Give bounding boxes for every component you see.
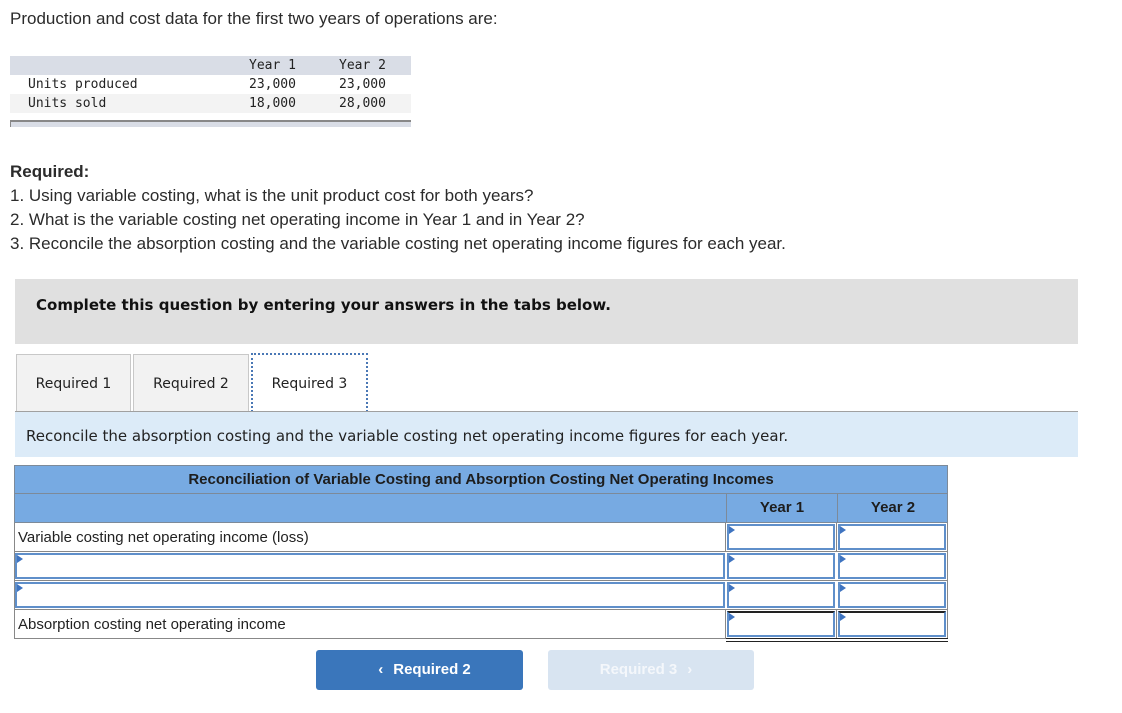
reconciliation-title: Reconciliation of Variable Costing and A… — [14, 465, 948, 494]
input-marker-icon — [840, 526, 846, 534]
input-field[interactable] — [729, 526, 833, 548]
absorption-income-year-2-input[interactable] — [838, 611, 946, 637]
tab-bar: Required 1 Required 2 Required 3 — [15, 353, 1078, 412]
column-year-1: Year 1 — [726, 494, 837, 522]
adjustment-2-label-input[interactable] — [15, 582, 725, 608]
row-year-2: 28,000 — [339, 96, 386, 111]
row-year-1: 23,000 — [249, 77, 296, 92]
tab-required-3[interactable]: Required 3 — [251, 353, 368, 412]
adjustment-2-year-1-input[interactable] — [727, 582, 835, 608]
next-required-3-button[interactable]: Required 3 › — [548, 650, 754, 690]
input-marker-icon — [840, 613, 846, 621]
input-field[interactable] — [840, 526, 944, 548]
table-row: Variable costing net operating income (l… — [14, 523, 948, 552]
input-field[interactable] — [840, 613, 944, 635]
input-field[interactable] — [729, 613, 833, 635]
row-label-absorption-income: Absorption costing net operating income — [18, 616, 286, 633]
table-row: Units produced 23,000 23,000 — [10, 75, 411, 94]
table-row — [14, 581, 948, 610]
header-year-2: Year 2 — [339, 58, 386, 73]
next-button-label: Required 3 — [599, 661, 678, 678]
adjustment-2-year-2-input[interactable] — [838, 582, 946, 608]
input-marker-icon — [840, 555, 846, 563]
production-data-table: Year 1 Year 2 Units produced 23,000 23,0… — [10, 56, 411, 113]
input-marker-icon — [729, 526, 735, 534]
header-year-1: Year 1 — [249, 58, 296, 73]
table-row: Units sold 18,000 28,000 — [10, 94, 411, 113]
input-field[interactable] — [17, 555, 723, 577]
input-field[interactable] — [729, 555, 833, 577]
dropdown-marker-icon — [17, 584, 23, 592]
previous-required-2-button[interactable]: ‹ Required 2 — [316, 650, 523, 690]
input-marker-icon — [840, 584, 846, 592]
question-prompt: Reconcile the absorption costing and the… — [15, 412, 1078, 457]
adjustment-1-year-1-input[interactable] — [727, 553, 835, 579]
adjustment-1-year-2-input[interactable] — [838, 553, 946, 579]
table-row: Absorption costing net operating income — [14, 610, 948, 642]
data-table-header: Year 1 Year 2 — [10, 56, 411, 75]
required-item-2: 2. What is the variable costing net oper… — [10, 210, 585, 229]
column-divider — [836, 523, 837, 551]
row-label: Units sold — [28, 96, 107, 111]
column-year-2: Year 2 — [837, 494, 948, 522]
chevron-right-icon: › — [687, 661, 693, 678]
input-marker-icon — [729, 613, 735, 621]
row-label-variable-income: Variable costing net operating income (l… — [18, 529, 309, 546]
input-field[interactable] — [729, 584, 833, 606]
data-table-footer — [10, 120, 411, 127]
column-divider — [836, 610, 837, 638]
required-item-1: 1. Using variable costing, what is the u… — [10, 186, 534, 205]
row-year-2: 23,000 — [339, 77, 386, 92]
table-row — [14, 552, 948, 581]
prompt-text: Reconcile the absorption costing and the… — [26, 427, 789, 445]
reconciliation-table: Reconciliation of Variable Costing and A… — [14, 465, 948, 642]
previous-button-label: Required 2 — [393, 661, 471, 678]
tab-required-1[interactable]: Required 1 — [16, 354, 131, 411]
instruction-text: Complete this question by entering your … — [36, 296, 611, 314]
column-divider — [725, 610, 726, 638]
input-field[interactable] — [840, 584, 944, 606]
absorption-income-year-1-input[interactable] — [727, 611, 835, 637]
required-title: Required: — [10, 162, 90, 181]
column-divider — [725, 523, 726, 551]
input-field[interactable] — [840, 555, 944, 577]
tab-required-2[interactable]: Required 2 — [133, 354, 249, 411]
instruction-banner: Complete this question by entering your … — [15, 279, 1078, 344]
required-section: Required: 1. Using variable costing, wha… — [10, 160, 786, 256]
variable-income-year-2-input[interactable] — [838, 524, 946, 550]
variable-income-year-1-input[interactable] — [727, 524, 835, 550]
input-marker-icon — [729, 555, 735, 563]
input-field[interactable] — [17, 584, 723, 606]
input-marker-icon — [729, 584, 735, 592]
intro-text: Production and cost data for the first t… — [10, 9, 498, 28]
row-label: Units produced — [28, 77, 138, 92]
adjustment-1-label-input[interactable] — [15, 553, 725, 579]
required-item-3: 3. Reconcile the absorption costing and … — [10, 234, 786, 253]
row-year-1: 18,000 — [249, 96, 296, 111]
dropdown-marker-icon — [17, 555, 23, 563]
chevron-left-icon: ‹ — [378, 661, 384, 678]
reconciliation-header: Year 1 Year 2 — [14, 494, 948, 523]
